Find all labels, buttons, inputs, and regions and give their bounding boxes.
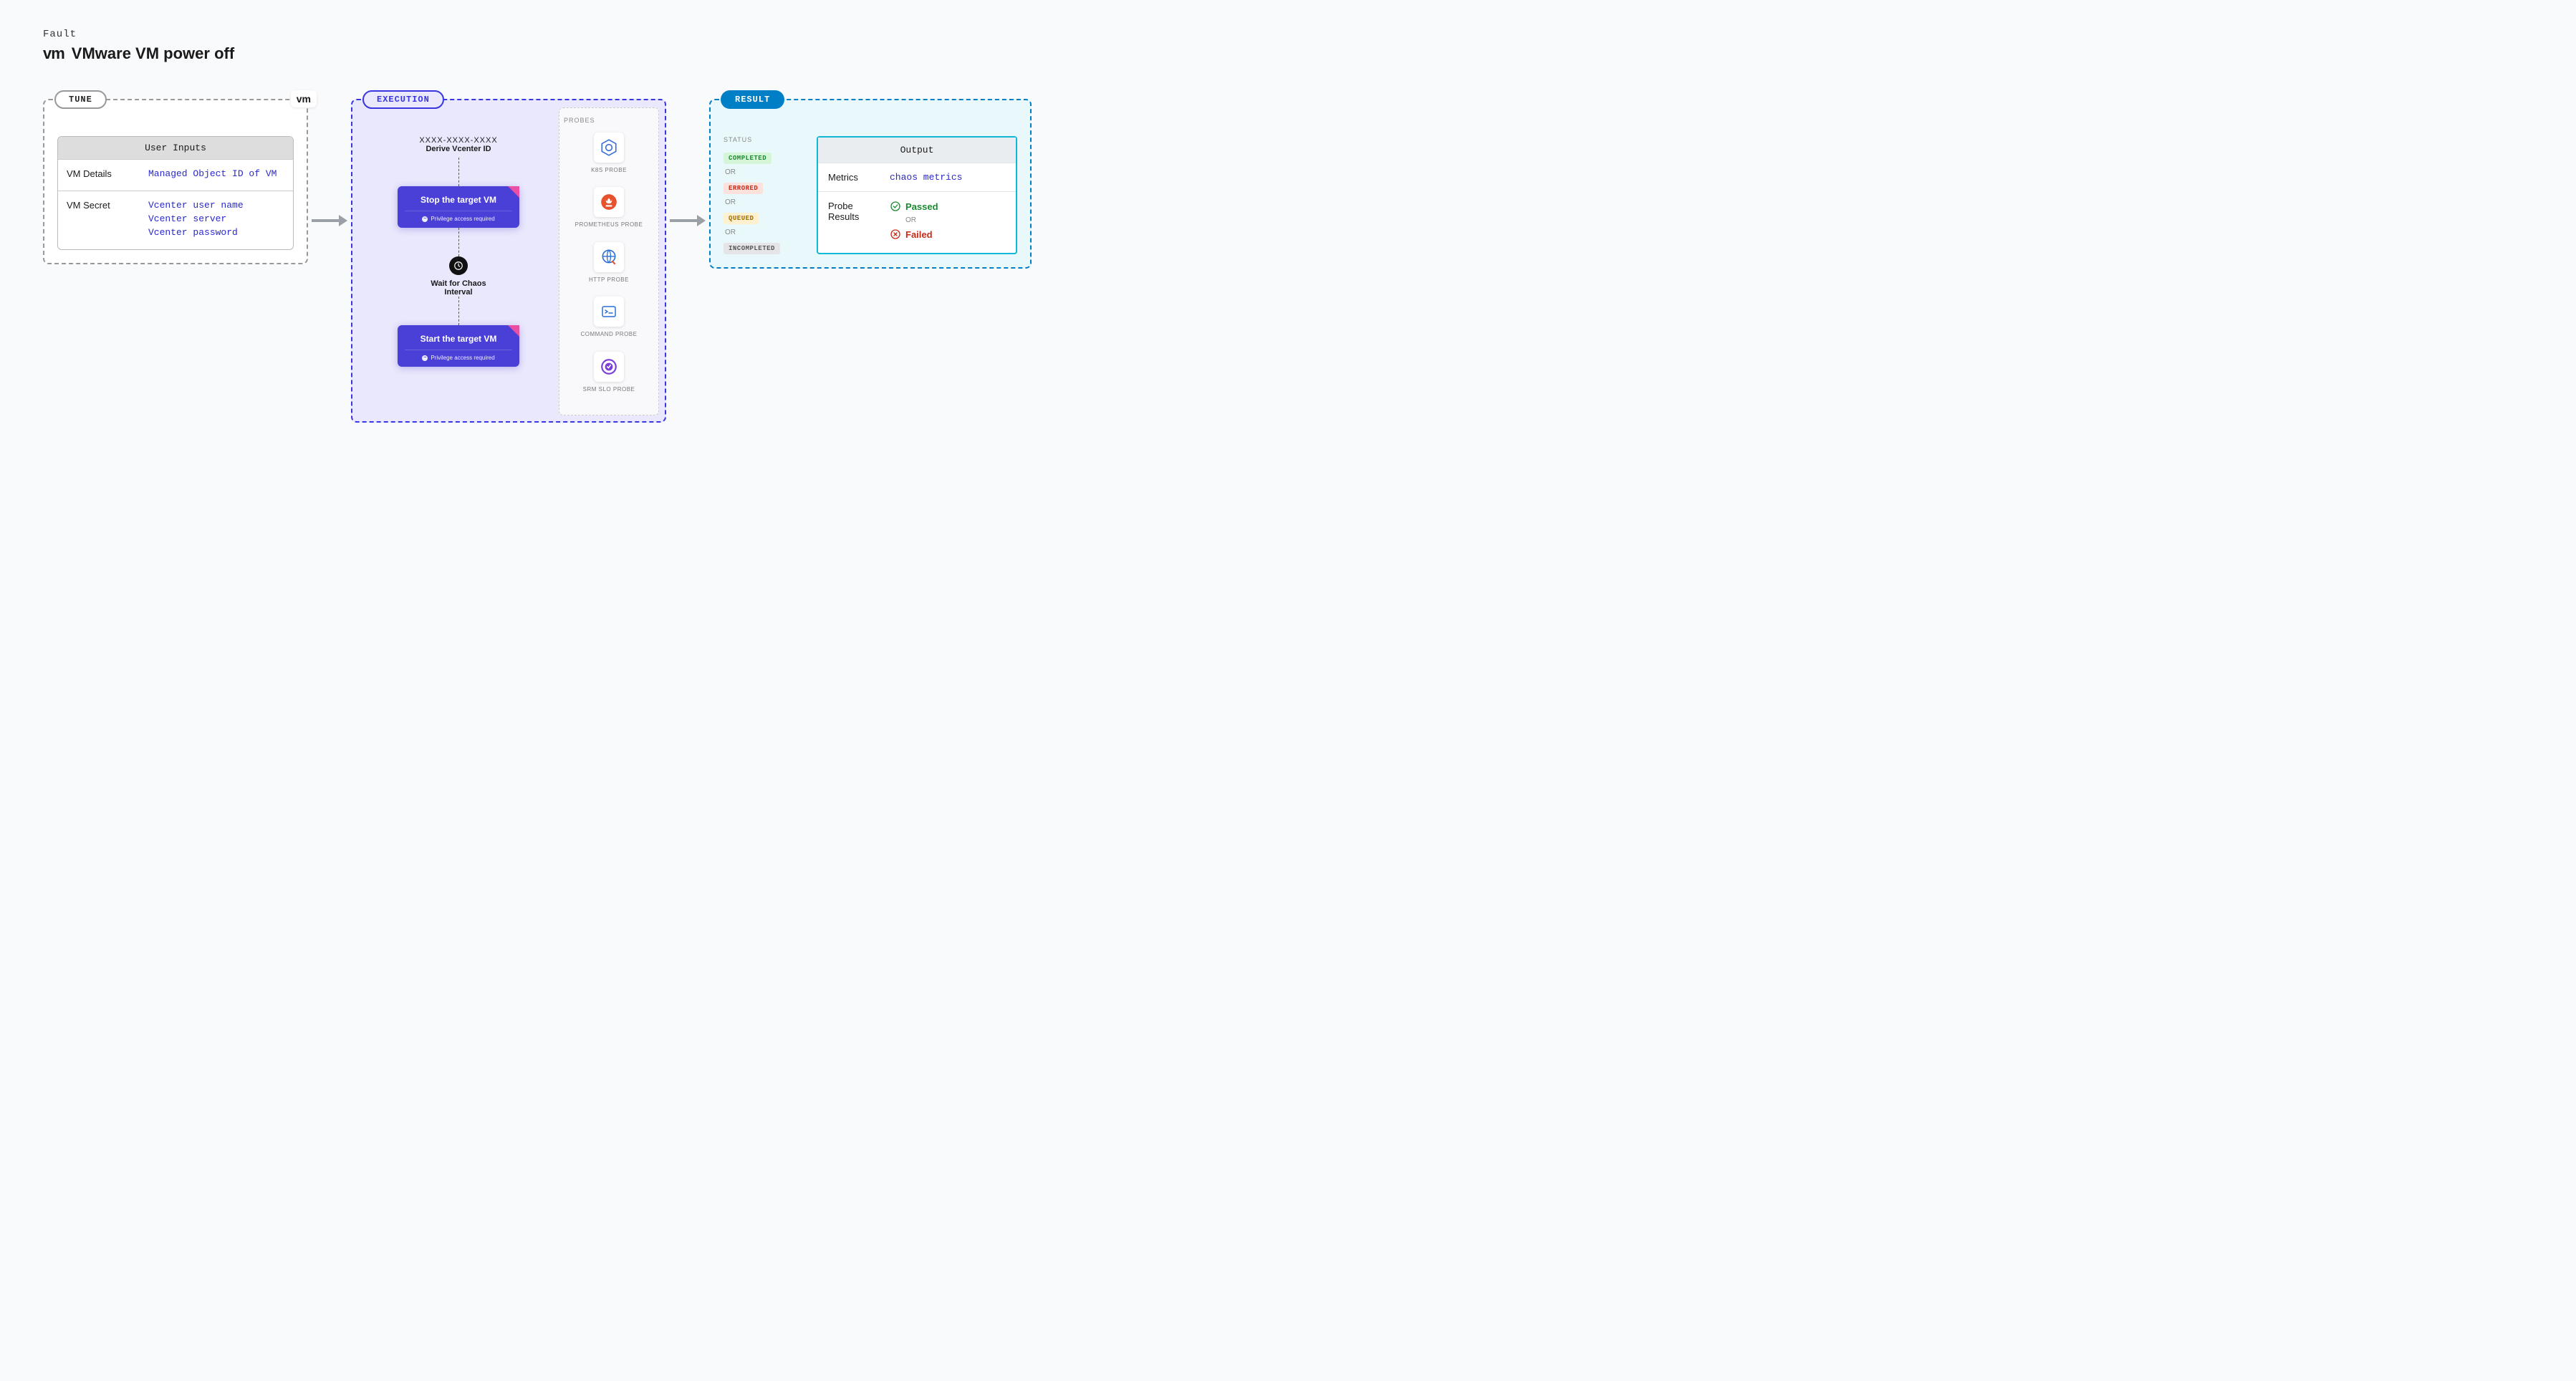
result-panel: RESULT STATUS COMPLETED OR ERRORED OR QU… [709, 99, 1032, 269]
status-badge-queued: QUEUED [724, 213, 759, 224]
probes-panel: PROBES K8S PROBE PROMETHEUS PROBE HTTP P… [559, 107, 659, 415]
probe-k8s: K8S PROBE [564, 133, 654, 174]
arrow-exec-to-result [666, 213, 709, 228]
gauge-check-icon [594, 352, 624, 382]
vmware-chip-icon: vm [291, 90, 317, 107]
output-title: Output [818, 138, 1016, 163]
input-value: Vcenter password [148, 227, 244, 238]
result-tag: RESULT [721, 90, 784, 109]
page-title-row: vm VMware VM power off [43, 44, 2533, 63]
x-circle-icon [890, 228, 901, 240]
input-value: Vcenter user name [148, 200, 244, 211]
privilege-note: − Privilege access required [405, 350, 512, 361]
input-values: Managed Object ID of VM [148, 168, 277, 182]
probe-label: SRM SLO PROBE [583, 386, 635, 393]
prometheus-icon [594, 187, 624, 217]
or-separator: OR [725, 198, 801, 206]
probe-command: COMMAND PROBE [564, 297, 654, 338]
page-title: VMware VM power off [72, 44, 234, 63]
input-value: Managed Object ID of VM [148, 168, 277, 179]
execution-panel: EXECUTION XXXX-XXXX-XXXX Derive Vcenter … [351, 99, 666, 423]
check-circle-icon [890, 201, 901, 212]
user-inputs-title: User Inputs [58, 137, 293, 159]
probe-result-failed: Failed [890, 228, 938, 240]
probes-heading: PROBES [564, 117, 654, 124]
output-card: Output Metrics chaos metrics Probe Resul… [817, 136, 1017, 254]
status-badge-errored: ERRORED [724, 183, 763, 194]
input-key: VM Details [67, 168, 138, 182]
input-row-vm-details: VM Details Managed Object ID of VM [58, 159, 293, 191]
execution-flow: XXXX-XXXX-XXXX Derive Vcenter ID Stop th… [365, 136, 552, 408]
input-value: Vcenter server [148, 213, 244, 224]
status-badge-completed: COMPLETED [724, 153, 772, 164]
execution-tag: EXECUTION [362, 90, 444, 109]
passed-label: Passed [905, 201, 938, 212]
input-key: VM Secret [67, 200, 138, 241]
probe-http: HTTP PROBE [564, 242, 654, 284]
status-column: STATUS COMPLETED OR ERRORED OR QUEUED OR… [724, 136, 802, 254]
or-separator: OR [725, 168, 801, 176]
minus-icon: − [422, 355, 428, 361]
flow-connector-icon [458, 158, 459, 186]
terminal-icon [594, 297, 624, 327]
input-values: Vcenter user name Vcenter server Vcenter… [148, 200, 244, 241]
derive-label: Derive Vcenter ID [419, 145, 497, 153]
user-inputs-card: User Inputs VM Details Managed Object ID… [57, 136, 294, 250]
privilege-note: − Privilege access required [405, 211, 512, 222]
vcenter-id-mask: XXXX-XXXX-XXXX [419, 136, 497, 145]
derive-vcenter-id: XXXX-XXXX-XXXX Derive Vcenter ID [419, 136, 497, 153]
stage-row: TUNE vm User Inputs VM Details Managed O… [43, 99, 2533, 423]
arrow-right-icon [670, 213, 706, 228]
start-vm-step: Start the target VM − Privilege access r… [398, 325, 519, 367]
probe-label: PROMETHEUS PROBE [575, 221, 643, 228]
probe-label: COMMAND PROBE [581, 331, 638, 338]
corner-flag-icon [508, 186, 519, 198]
output-key: Probe Results [828, 201, 878, 240]
tune-panel: TUNE vm User Inputs VM Details Managed O… [43, 99, 308, 264]
step-title: Stop the target VM [405, 195, 512, 205]
minus-icon: − [422, 216, 428, 222]
output-row-probe-results: Probe Results Passed OR Failed [818, 191, 1016, 249]
privilege-text: Privilege access required [431, 216, 494, 222]
flow-connector-icon [458, 297, 459, 325]
wait-label: Wait for Chaos Interval [423, 279, 494, 297]
probe-result-passed: Passed [890, 201, 938, 212]
flow-connector-icon [458, 228, 459, 256]
input-row-vm-secret: VM Secret Vcenter user name Vcenter serv… [58, 191, 293, 249]
arrow-tune-to-exec [308, 213, 351, 228]
tune-tag: TUNE [54, 90, 107, 109]
step-title: Start the target VM [405, 334, 512, 344]
probe-label: K8S PROBE [591, 167, 627, 174]
or-separator: OR [725, 228, 801, 236]
privilege-text: Privilege access required [431, 355, 494, 361]
vmware-logo-icon: vm [43, 44, 64, 63]
failed-label: Failed [905, 229, 933, 240]
stop-vm-step: Stop the target VM − Privilege access re… [398, 186, 519, 228]
globe-icon [594, 242, 624, 272]
page-kicker: Fault [43, 29, 2533, 40]
status-heading: STATUS [724, 136, 802, 143]
probe-prometheus: PROMETHEUS PROBE [564, 187, 654, 228]
corner-flag-icon [508, 325, 519, 337]
output-key: Metrics [828, 172, 878, 183]
output-row-metrics: Metrics chaos metrics [818, 163, 1016, 191]
probe-srm-slo: SRM SLO PROBE [564, 352, 654, 393]
arrow-right-icon [312, 213, 347, 228]
status-badge-incompleted: INCOMPLETED [724, 243, 780, 254]
or-separator: OR [905, 216, 938, 224]
probe-label: HTTP PROBE [589, 276, 629, 284]
chaos-metrics-link[interactable]: chaos metrics [890, 172, 962, 183]
kubernetes-icon [594, 133, 624, 163]
